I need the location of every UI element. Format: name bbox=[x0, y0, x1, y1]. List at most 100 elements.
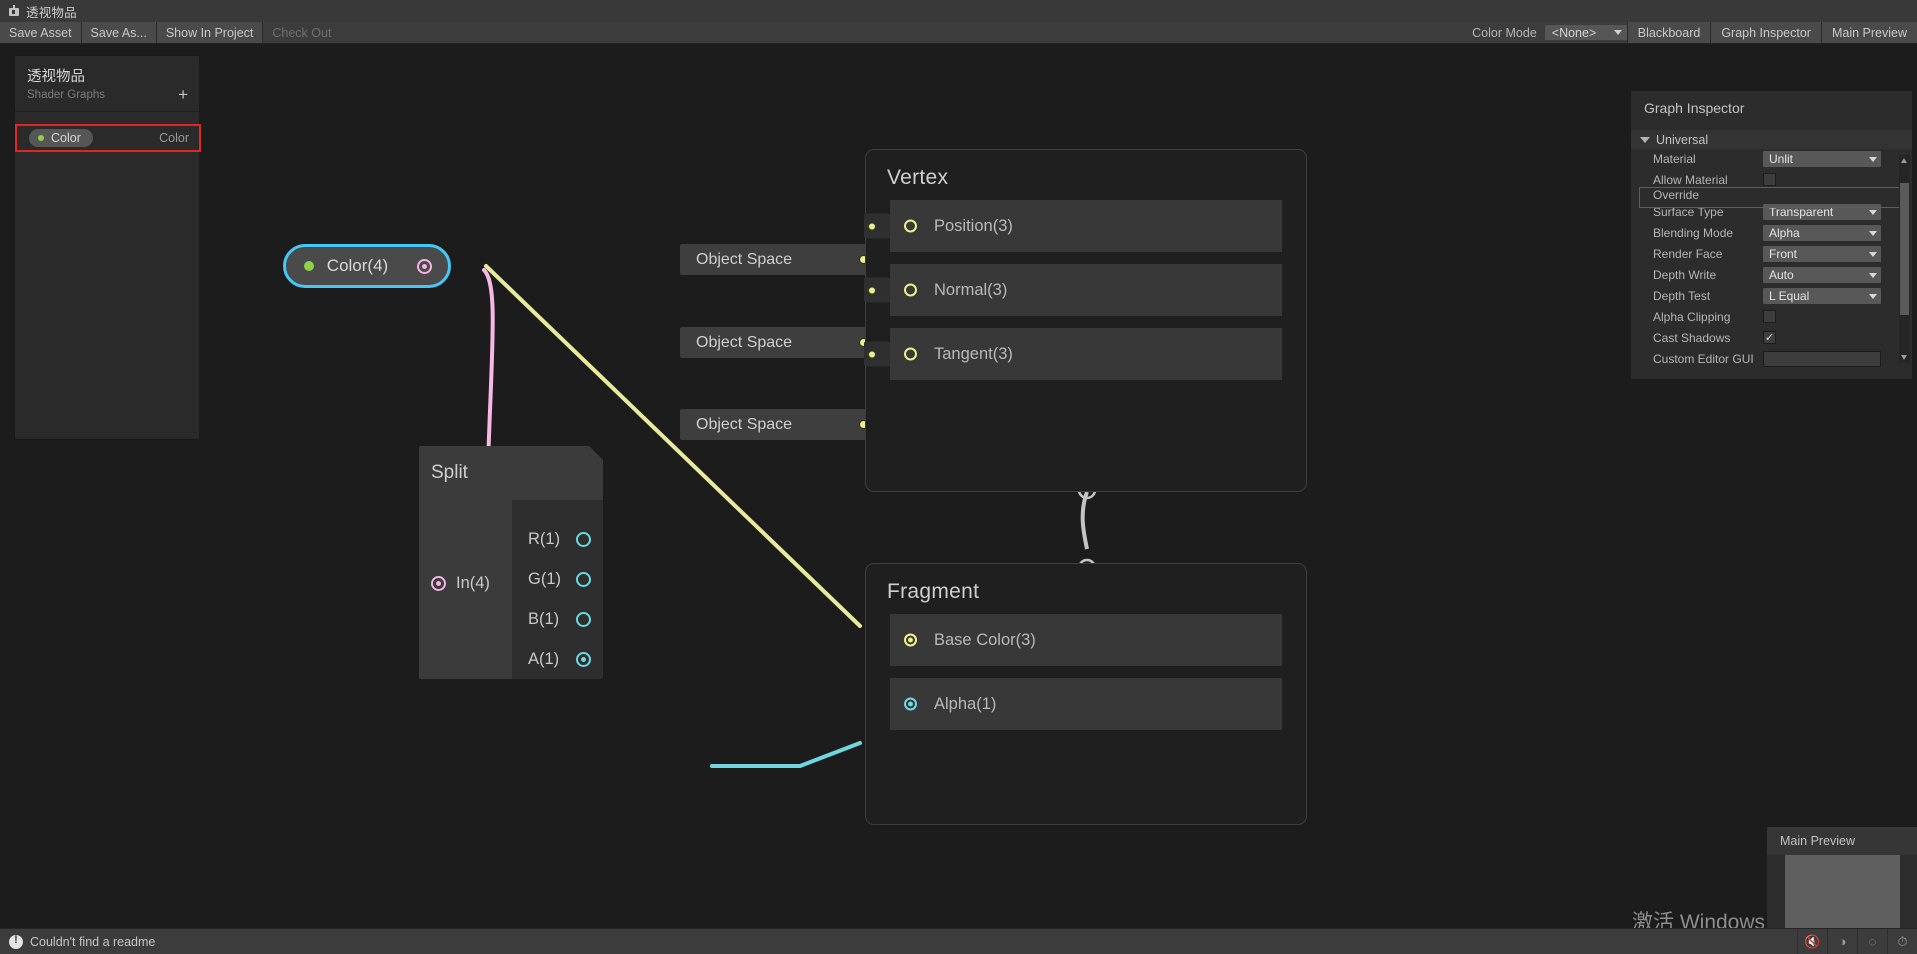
inspector-section-universal[interactable]: Universal bbox=[1631, 130, 1912, 149]
inspector-scrollbar[interactable] bbox=[1899, 155, 1910, 363]
property-pill-color[interactable]: Color bbox=[29, 129, 93, 147]
inspector-row-blending-mode[interactable]: Blending Mode Alpha bbox=[1631, 223, 1912, 244]
vertex-normal-label: Normal(3) bbox=[934, 280, 1008, 299]
add-property-button[interactable]: + bbox=[178, 86, 188, 103]
split-input-row[interactable]: In(4) bbox=[419, 574, 512, 593]
node-object-space-tangent[interactable]: Object Space bbox=[680, 409, 880, 440]
blackboard-toggle-button[interactable]: Blackboard bbox=[1626, 22, 1711, 43]
split-in-port[interactable] bbox=[431, 576, 446, 591]
graph-inspector-toggle-button[interactable]: Graph Inspector bbox=[1710, 22, 1821, 43]
chevron-down-icon bbox=[1869, 230, 1877, 236]
graph-inspector-panel[interactable]: Graph Inspector Universal Material Unlit… bbox=[1630, 90, 1913, 380]
inspector-dropdown-surface-type[interactable]: Transparent bbox=[1763, 204, 1881, 220]
inspector-input-custom-editor-gui[interactable] bbox=[1763, 351, 1881, 367]
scroll-up-icon[interactable] bbox=[1901, 158, 1907, 163]
save-as-button[interactable]: Save As... bbox=[81, 22, 157, 43]
chevron-down-icon bbox=[1640, 136, 1650, 143]
main-preview-title: Main Preview bbox=[1767, 827, 1917, 855]
inspector-scroll-thumb[interactable] bbox=[1900, 183, 1909, 315]
fx-icon[interactable]: ◌ bbox=[1857, 928, 1887, 954]
chevron-down-icon bbox=[1869, 293, 1877, 299]
split-r-port[interactable] bbox=[576, 532, 591, 547]
node-fragment-stack[interactable]: Fragment Base Color(3) Alpha(1) bbox=[865, 563, 1307, 825]
vertex-tangent-port[interactable] bbox=[904, 347, 917, 361]
split-output-row-r[interactable]: R(1) bbox=[512, 530, 603, 549]
vertex-normal-port[interactable] bbox=[904, 283, 917, 297]
inspector-dropdown-depth-write[interactable]: Auto bbox=[1763, 267, 1881, 283]
vertex-block-position[interactable]: Position(3) bbox=[864, 200, 1282, 252]
inspector-row-allow-material-override[interactable]: Allow Material Override bbox=[1631, 170, 1912, 202]
inspector-dropdown-blending-mode[interactable]: Alpha bbox=[1763, 225, 1881, 241]
node-object-space-normal[interactable]: Object Space bbox=[680, 327, 880, 358]
clock-icon[interactable]: ⏱ bbox=[1887, 928, 1917, 954]
fragment-block-alpha[interactable]: Alpha(1) bbox=[890, 678, 1282, 730]
color-mode-dropdown[interactable]: <None> bbox=[1544, 25, 1627, 40]
fragment-alpha-label: Alpha(1) bbox=[934, 694, 997, 713]
scroll-down-icon[interactable] bbox=[1901, 355, 1907, 360]
inspector-checkbox-alpha-clipping[interactable] bbox=[1763, 310, 1776, 323]
inspector-row-surface-type[interactable]: Surface Type Transparent bbox=[1631, 202, 1912, 223]
graph-toolbar: Save Asset Save As... Show In Project Ch… bbox=[0, 22, 1917, 44]
save-asset-button[interactable]: Save Asset bbox=[0, 22, 82, 43]
property-name: Color bbox=[51, 131, 81, 145]
split-output-row-a[interactable]: A(1) bbox=[512, 650, 603, 669]
node-color[interactable]: Color(4) bbox=[283, 244, 451, 288]
status-message[interactable]: Couldn't find a readme bbox=[30, 935, 155, 949]
vertex-title: Vertex bbox=[887, 166, 949, 189]
show-in-project-button[interactable]: Show In Project bbox=[156, 22, 264, 43]
main-preview-toggle-button[interactable]: Main Preview bbox=[1820, 22, 1917, 43]
blackboard-divider bbox=[15, 111, 199, 112]
split-a-port[interactable] bbox=[576, 652, 591, 667]
inspector-value-render-face: Front bbox=[1769, 247, 1798, 261]
split-collapse-icon[interactable] bbox=[589, 446, 603, 460]
inspector-row-render-face[interactable]: Render Face Front bbox=[1631, 244, 1912, 265]
node-vertex-stack[interactable]: Vertex Position(3) Normal(3) Tangent(3) bbox=[864, 149, 1307, 492]
inspector-row-cast-shadows[interactable]: Cast Shadows ✓ bbox=[1631, 328, 1912, 349]
blackboard-property-row[interactable]: Color Color bbox=[19, 127, 197, 149]
inspector-row-depth-test[interactable]: Depth Test L Equal bbox=[1631, 286, 1912, 307]
color-node-label: Color(4) bbox=[326, 256, 389, 275]
fragment-alpha-port[interactable] bbox=[904, 697, 917, 711]
split-g-label: G(1) bbox=[528, 570, 561, 588]
split-a-label: A(1) bbox=[528, 650, 560, 668]
inspector-section-label: Universal bbox=[1656, 132, 1709, 147]
vertex-block-normal[interactable]: Normal(3) bbox=[864, 264, 1282, 316]
split-body: In(4) R(1) G(1) B(1) A(1) bbox=[419, 500, 603, 679]
split-header[interactable]: Split bbox=[419, 446, 603, 500]
lighting-icon[interactable]: ◑ bbox=[1827, 928, 1857, 954]
color-node-output-port[interactable] bbox=[417, 258, 432, 274]
split-output-row-b[interactable]: B(1) bbox=[512, 610, 603, 629]
split-title: Split bbox=[431, 462, 468, 483]
split-output-row-g[interactable]: G(1) bbox=[512, 570, 603, 589]
vertex-position-stub bbox=[864, 213, 890, 239]
inspector-row-custom-editor-gui[interactable]: Custom Editor GUI bbox=[1631, 349, 1912, 381]
graph-canvas[interactable]: 透视物品 Shader Graphs + Color Color Color(4… bbox=[0, 44, 1917, 928]
inspector-checkbox-cast-shadows[interactable]: ✓ bbox=[1763, 331, 1776, 344]
inspector-row-depth-write[interactable]: Depth Write Auto bbox=[1631, 265, 1912, 286]
split-g-port[interactable] bbox=[576, 572, 591, 587]
vertex-block-tangent[interactable]: Tangent(3) bbox=[864, 328, 1282, 380]
inspector-row-alpha-clipping[interactable]: Alpha Clipping bbox=[1631, 307, 1912, 328]
inspector-dropdown-depth-test[interactable]: L Equal bbox=[1763, 288, 1881, 304]
blackboard-panel[interactable]: 透视物品 Shader Graphs + Color Color bbox=[14, 55, 201, 440]
inspector-row-material[interactable]: Material Unlit bbox=[1631, 149, 1912, 170]
fragment-base-color-port[interactable] bbox=[904, 633, 917, 647]
window-tab-title[interactable]: 透视物品 bbox=[26, 2, 77, 21]
node-object-space-position[interactable]: Object Space bbox=[680, 244, 880, 275]
fragment-base-color-label: Base Color(3) bbox=[934, 630, 1036, 649]
fragment-block-base-color[interactable]: Base Color(3) bbox=[890, 614, 1282, 666]
blackboard-property-highlight: Color Color bbox=[15, 124, 201, 152]
node-split[interactable]: Split In(4) R(1) G(1) B(1) A(1) bbox=[419, 446, 603, 679]
warning-icon bbox=[9, 934, 23, 949]
blackboard-title: 透视物品 bbox=[27, 69, 85, 85]
chevron-down-icon bbox=[1869, 209, 1877, 215]
inspector-checkbox-allow-material-override[interactable] bbox=[1763, 173, 1776, 186]
vertex-position-port[interactable] bbox=[904, 219, 917, 233]
inspector-dropdown-material[interactable]: Unlit bbox=[1763, 151, 1881, 167]
chevron-down-icon bbox=[1869, 156, 1877, 162]
audio-mute-icon[interactable]: 🔇 bbox=[1797, 928, 1827, 954]
shader-graph-icon bbox=[8, 5, 20, 17]
split-b-port[interactable] bbox=[576, 612, 591, 627]
inspector-dropdown-render-face[interactable]: Front bbox=[1763, 246, 1881, 262]
vertex-normal-stub bbox=[864, 277, 890, 303]
